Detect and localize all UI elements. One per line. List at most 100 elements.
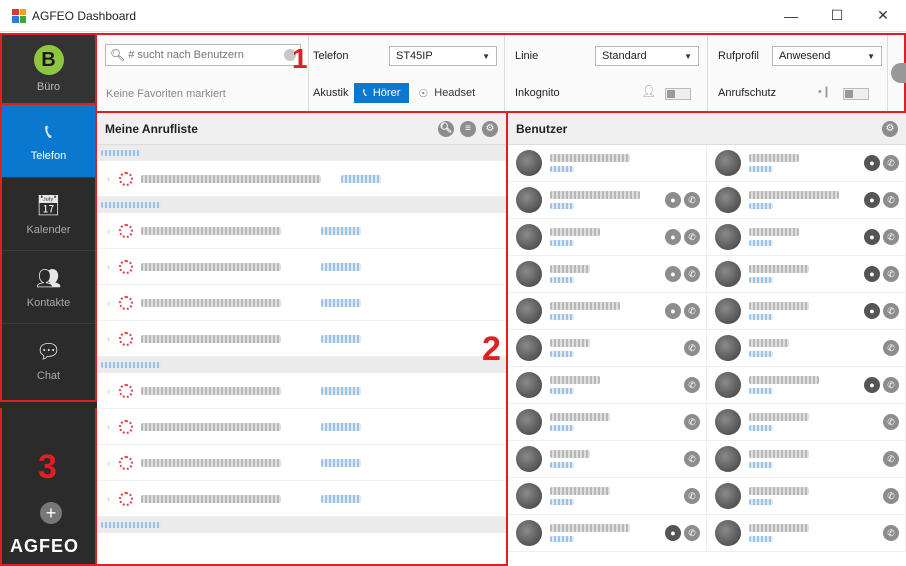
list-item[interactable]: › — [97, 321, 506, 357]
chat-icon[interactable]: ● — [864, 192, 880, 208]
gear-icon[interactable]: ⚙ — [882, 120, 898, 137]
list-item[interactable]: › — [97, 249, 506, 285]
sidebar-item-label: Chat — [36, 370, 61, 382]
user-tile[interactable]: ✆ — [508, 330, 707, 367]
phone-icon[interactable]: ✆ — [883, 340, 899, 356]
phone-icon[interactable]: ✆ — [883, 488, 899, 504]
user-tile[interactable]: ✆ — [508, 404, 707, 441]
list-item[interactable]: › — [97, 481, 506, 517]
sidebar-item-kontakte[interactable]: 👥︎ Kontakte — [2, 251, 95, 324]
gear-icon[interactable]: ⚙ — [482, 120, 498, 137]
phone-icon[interactable]: ✆ — [883, 155, 899, 171]
user-tile[interactable]: ● ✆ — [508, 256, 707, 293]
search-icon: 🔍︎ — [110, 48, 126, 62]
sidebar-item-chat[interactable]: 💬︎ Chat — [2, 324, 95, 397]
phone-icon[interactable]: ✆ — [684, 229, 700, 245]
linie-value: Standard — [602, 50, 647, 62]
phone-icon[interactable]: ✆ — [684, 192, 700, 208]
phone-icon[interactable]: ✆ — [684, 266, 700, 282]
profile-section: Rufprofil Anwesend ▼ Anrufschutz •❙ — [708, 35, 888, 111]
list-item[interactable]: › — [97, 213, 506, 249]
phone-icon[interactable]: ✆ — [684, 377, 700, 393]
linie-label: Linie — [515, 50, 539, 62]
user-tile[interactable]: ✆ — [707, 330, 906, 367]
telefon-select[interactable]: ST45IP ▼ — [389, 46, 497, 66]
user-label: Büro — [36, 81, 61, 93]
sidebar-item-telefon[interactable]: 📞︎ Telefon — [2, 105, 95, 178]
menu-icon[interactable]: ≡ — [460, 120, 476, 137]
linie-select[interactable]: Standard ▼ — [595, 46, 699, 66]
user-tile[interactable]: ● ✆ — [707, 293, 906, 330]
call-list-header: Meine Anrufliste 🔍︎ ≡ ⚙ — [97, 113, 506, 145]
user-tile[interactable]: ● ✆ — [508, 293, 707, 330]
headset-icon: ☉ — [418, 87, 429, 100]
phone-icon[interactable]: ✆ — [883, 303, 899, 319]
phone-icon[interactable]: ✆ — [684, 451, 700, 467]
annotation-number-2: 2 — [482, 330, 501, 368]
chat-icon[interactable]: ● — [665, 303, 681, 319]
user-tile[interactable]: ● ✆ — [508, 182, 707, 219]
phone-icon[interactable]: ✆ — [883, 266, 899, 282]
phone-icon[interactable]: ✆ — [883, 414, 899, 430]
list-item[interactable]: › — [97, 285, 506, 321]
list-item[interactable]: › — [97, 161, 506, 197]
add-button[interactable]: + — [40, 502, 62, 524]
user-tile[interactable]: ✆ — [707, 441, 906, 478]
hoerer-button[interactable]: 📞︎ Hörer — [354, 83, 410, 103]
chat-icon[interactable]: ● — [665, 229, 681, 245]
user-tile[interactable]: ● ✆ — [508, 515, 707, 552]
user-tile[interactable]: ✆ — [707, 515, 906, 552]
chat-icon[interactable]: ● — [665, 525, 681, 541]
chat-icon[interactable]: ● — [864, 377, 880, 393]
phone-icon[interactable]: ✆ — [684, 488, 700, 504]
maximize-button[interactable]: ☐ — [814, 0, 860, 32]
user-tile[interactable]: ● ✆ — [707, 145, 906, 182]
search-icon[interactable]: 🔍︎ — [438, 120, 454, 137]
phone-icon[interactable]: ✆ — [883, 377, 899, 393]
chat-icon[interactable]: ● — [864, 229, 880, 245]
list-item[interactable]: › — [97, 409, 506, 445]
rufprofil-select[interactable]: Anwesend ▼ — [772, 46, 882, 66]
do-not-disturb-icon: •❙ — [818, 86, 832, 98]
title-bar: AGFEO Dashboard — ☐ ✕ — [0, 0, 906, 32]
user-tile[interactable]: ● ✆ — [707, 182, 906, 219]
user-tile[interactable]: ● ✆ — [707, 367, 906, 404]
phone-icon[interactable]: ✆ — [883, 525, 899, 541]
phone-icon[interactable]: ✆ — [684, 525, 700, 541]
phone-icon[interactable]: ✆ — [684, 303, 700, 319]
user-tile[interactable]: ✆ — [707, 478, 906, 515]
user-tile[interactable]: ● ✆ — [707, 256, 906, 293]
user-tile[interactable]: ✆ — [707, 404, 906, 441]
chat-icon[interactable]: ● — [864, 155, 880, 171]
user-tile[interactable]: ✆ — [508, 441, 707, 478]
search-input[interactable] — [128, 49, 279, 61]
minimize-button[interactable]: — — [768, 0, 814, 32]
headset-button[interactable]: ☉ Headset — [409, 83, 484, 103]
user-tile[interactable]: ● ✆ — [508, 219, 707, 256]
sidebar-bottom: 3 + AGFEO — [0, 408, 97, 566]
chat-icon[interactable]: ● — [864, 303, 880, 319]
phone-icon[interactable]: ✆ — [684, 340, 700, 356]
anrufschutz-toggle[interactable] — [843, 88, 869, 100]
user-profile[interactable]: B Büro — [0, 33, 97, 105]
more-options-icon[interactable] — [891, 63, 906, 83]
list-item[interactable]: › — [97, 445, 506, 481]
phone-icon[interactable]: ✆ — [883, 192, 899, 208]
close-button[interactable]: ✕ — [860, 0, 906, 32]
phone-icon[interactable]: ✆ — [883, 229, 899, 245]
user-tile[interactable]: ✆ — [508, 478, 707, 515]
chat-icon[interactable]: ● — [665, 192, 681, 208]
line-section: Linie Standard ▼ Inkognito 👤︎ — [505, 35, 708, 111]
list-item[interactable]: › — [97, 373, 506, 409]
phone-icon[interactable]: ✆ — [883, 451, 899, 467]
inkognito-toggle[interactable] — [665, 88, 691, 100]
chat-icon[interactable]: ● — [864, 266, 880, 282]
acoustic-toggle: 📞︎ Hörer ☉ Headset — [354, 83, 484, 103]
chat-icon[interactable]: ● — [665, 266, 681, 282]
phone-icon[interactable]: ✆ — [684, 414, 700, 430]
user-tile[interactable] — [508, 145, 707, 182]
user-tile[interactable]: ● ✆ — [707, 219, 906, 256]
user-tile[interactable]: ✆ — [508, 367, 707, 404]
sidebar-item-kalender[interactable]: 📅︎ Kalender — [2, 178, 95, 251]
search-box[interactable]: 🔍︎ — [105, 44, 301, 66]
